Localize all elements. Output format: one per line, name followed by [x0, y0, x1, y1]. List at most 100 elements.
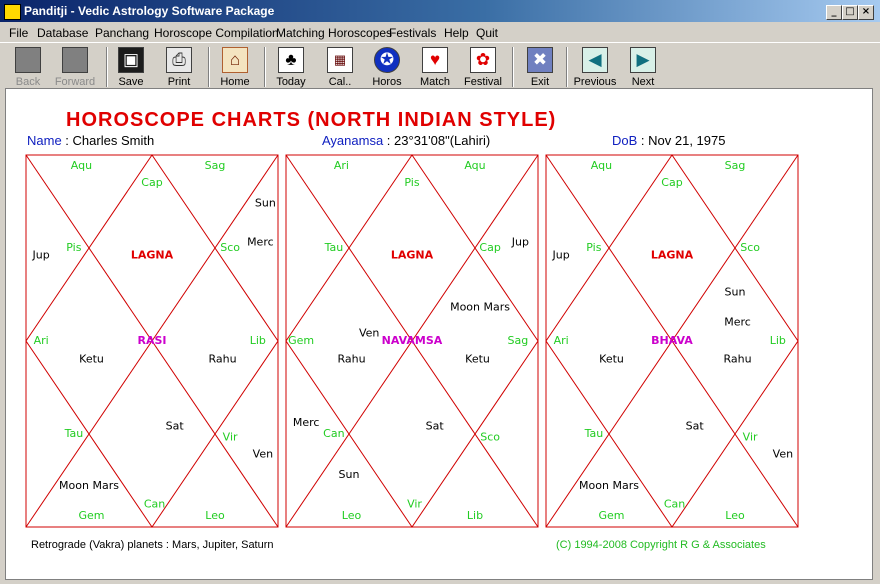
planet-label: Rahu — [723, 353, 751, 366]
calculator-icon: ▦ — [327, 47, 353, 73]
horos-button[interactable]: ✪ Horos — [368, 45, 406, 89]
sign-label: Vir — [407, 498, 422, 511]
planet-label: Merc — [724, 315, 751, 328]
exit-icon: ✖ — [527, 47, 553, 73]
chart-lagna-label: LAGNA — [391, 248, 434, 261]
minimize-button[interactable]: _ — [826, 5, 842, 20]
save-button[interactable]: ▣ Save — [114, 45, 148, 89]
club-card-icon: ♣ — [278, 47, 304, 73]
sign-label: Can — [664, 498, 685, 511]
sign-label: Aqu — [71, 159, 92, 172]
sign-label: Ari — [554, 334, 569, 347]
exit-button[interactable]: ✖ Exit — [522, 45, 558, 89]
window-title: Panditji - Vedic Astrology Software Pack… — [24, 4, 275, 18]
menu-matching-horoscopes[interactable]: Matching Horoscopes — [276, 26, 392, 40]
sign-label: Sco — [740, 241, 760, 254]
close-button[interactable]: × — [858, 5, 874, 20]
planet-label: Merc — [293, 416, 320, 429]
sign-label: Tau — [64, 427, 84, 440]
chart-center-label: RASI — [138, 334, 167, 347]
sign-label: Aqu — [591, 159, 612, 172]
sign-label: Pis — [586, 241, 601, 254]
sign-label: Lib — [770, 334, 786, 347]
sign-label: Can — [144, 498, 165, 511]
sign-label: Leo — [342, 509, 362, 522]
planet-label: Sat — [686, 420, 705, 433]
menu-horoscope-compilation[interactable]: Horoscope Compilation — [154, 26, 279, 40]
sign-label: Cap — [661, 176, 682, 189]
toolbar-separator — [566, 47, 568, 87]
sign-label: Gem — [599, 509, 625, 522]
sign-label: Cap — [479, 241, 500, 254]
menu-festivals[interactable]: Festivals — [389, 26, 436, 40]
back-icon — [15, 47, 41, 73]
planet-label: Ketu — [465, 353, 490, 366]
sign-label: Cap — [141, 176, 162, 189]
toolbar-separator — [512, 47, 514, 87]
sign-label: Gem — [79, 509, 105, 522]
planet-label: Moon Mars — [59, 479, 119, 492]
planet-label: Sun — [255, 196, 276, 209]
menu-panchang[interactable]: Panchang — [95, 26, 149, 40]
calendar-button[interactable]: ▦ Cal.. — [322, 45, 358, 89]
next-button[interactable]: ▶ Next — [626, 45, 660, 89]
sign-label: Sco — [220, 241, 240, 254]
app-icon — [4, 4, 21, 20]
sign-label: Pis — [66, 241, 81, 254]
floppy-icon: ▣ — [118, 47, 144, 73]
toolbar-separator — [264, 47, 266, 87]
planet-label: Ven — [773, 447, 793, 460]
north-indian-charts: LAGNA RASI Aqu Cap Sag Sco Lib Vir Leo Can Gem Tau A… — [25, 154, 799, 528]
chart-center-label: NAVAMSA — [382, 334, 443, 347]
planet-label: Sun — [339, 468, 360, 481]
planet-label: Ketu — [599, 353, 624, 366]
retrograde-note: Retrograde (Vakra) planets : Mars, Jupit… — [31, 539, 274, 551]
chart-lagna-label: LAGNA — [651, 248, 694, 261]
menu-quit[interactable]: Quit — [476, 26, 498, 40]
heart-card-icon: ♥ — [422, 47, 448, 73]
sign-label: Gem — [288, 334, 314, 347]
copyright-note: (C) 1994-2008 Copyright R G & Associates — [556, 539, 766, 551]
sign-label: Pis — [404, 176, 419, 189]
toolbar-separator — [208, 47, 210, 87]
sign-label: Vir — [743, 431, 758, 444]
planet-label: Jup — [552, 248, 570, 261]
planet-label: Merc — [247, 235, 274, 248]
planet-label: Ven — [253, 447, 273, 460]
title-bar: Panditji - Vedic Astrology Software Pack… — [0, 0, 880, 22]
sign-label: Leo — [725, 509, 745, 522]
menu-help[interactable]: Help — [444, 26, 469, 40]
planet-label: Moon Mars — [450, 301, 510, 314]
previous-button[interactable]: ◀ Previous — [572, 45, 618, 89]
forward-button[interactable]: Forward — [52, 45, 98, 89]
home-icon: ⌂ — [222, 47, 248, 73]
menu-file[interactable]: File — [9, 26, 28, 40]
forward-icon — [62, 47, 88, 73]
sign-label: Sag — [725, 159, 746, 172]
horoscope-icon: ✪ — [374, 47, 400, 73]
planet-label: Moon Mars — [579, 479, 639, 492]
sign-label: Vir — [223, 431, 238, 444]
match-button[interactable]: ♥ Match — [416, 45, 454, 89]
back-button[interactable]: Back — [8, 45, 48, 89]
planet-label: Sat — [426, 420, 445, 433]
planet-label: Jup — [511, 235, 529, 248]
maximize-button[interactable]: □ — [842, 5, 858, 20]
festival-icon: ✿ — [470, 47, 496, 73]
chart-lagna-label: LAGNA — [131, 248, 174, 261]
planet-label: Jup — [32, 248, 50, 261]
toolbar: Back Forward ▣ Save ⎙ Print ⌂ Home ♣ Tod… — [0, 42, 880, 89]
chart-center-label: BHAVA — [651, 334, 693, 347]
home-button[interactable]: ⌂ Home — [216, 45, 254, 89]
menu-database[interactable]: Database — [37, 26, 88, 40]
sign-label: Can — [323, 427, 344, 440]
next-arrow-icon: ▶ — [630, 47, 656, 73]
sign-label: Tau — [324, 241, 344, 254]
print-button[interactable]: ⎙ Print — [160, 45, 198, 89]
printer-icon: ⎙ — [166, 47, 192, 73]
today-button[interactable]: ♣ Today — [272, 45, 310, 89]
planet-label: Ven — [359, 327, 379, 340]
menu-bar: File Database Panchang Horoscope Compila… — [0, 22, 880, 42]
sign-label: Ari — [34, 334, 49, 347]
festival-button[interactable]: ✿ Festival — [462, 45, 504, 89]
